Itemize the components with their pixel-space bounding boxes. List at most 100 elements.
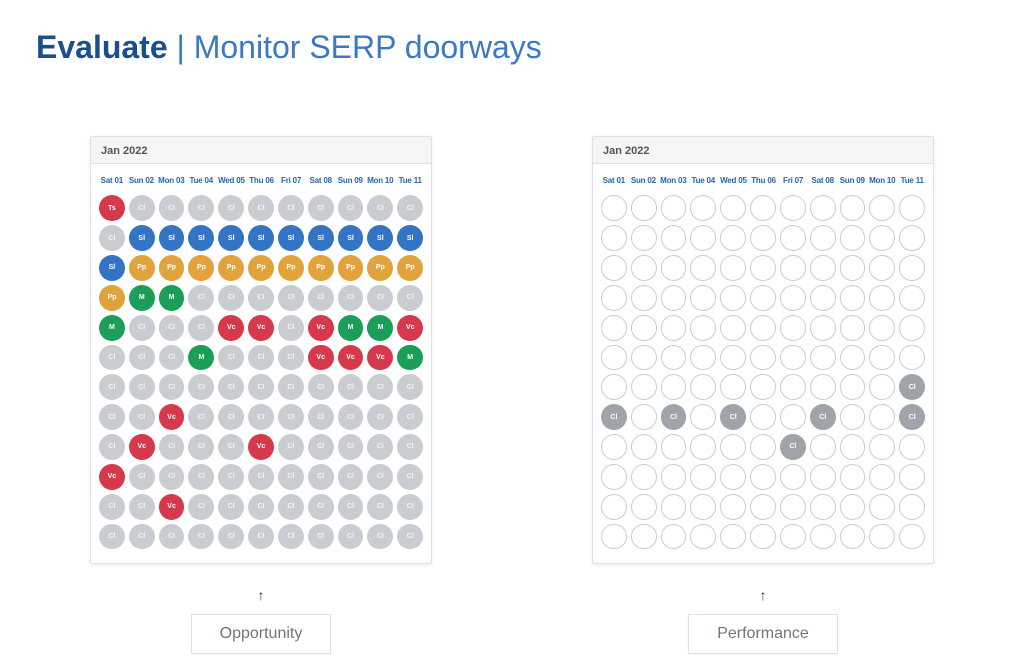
calendar-cell[interactable]: Cl [367, 464, 393, 490]
calendar-cell[interactable] [869, 374, 895, 400]
calendar-cell[interactable]: Cl [397, 404, 423, 430]
calendar-cell[interactable]: Cl [99, 404, 125, 430]
calendar-cell[interactable]: Cl [397, 374, 423, 400]
calendar-cell[interactable] [720, 285, 746, 311]
calendar-cell[interactable] [631, 374, 657, 400]
calendar-cell[interactable] [690, 225, 716, 251]
calendar-cell[interactable]: Cl [99, 434, 125, 460]
calendar-cell[interactable]: Cl [278, 464, 304, 490]
calendar-cell[interactable] [780, 374, 806, 400]
calendar-cell[interactable]: Sl [129, 225, 155, 251]
calendar-cell[interactable]: Cl [308, 464, 334, 490]
calendar-cell[interactable] [601, 494, 627, 520]
calendar-cell[interactable]: Cl [397, 464, 423, 490]
calendar-cell[interactable]: Cl [397, 195, 423, 221]
calendar-cell[interactable]: Cl [99, 374, 125, 400]
calendar-cell[interactable]: Cl [720, 404, 746, 430]
calendar-cell[interactable] [899, 494, 925, 520]
calendar-cell[interactable] [661, 464, 687, 490]
calendar-cell[interactable]: Cl [278, 195, 304, 221]
calendar-cell[interactable] [810, 285, 836, 311]
calendar-cell[interactable] [601, 374, 627, 400]
calendar-cell[interactable] [840, 345, 866, 371]
calendar-cell[interactable]: Cl [338, 404, 364, 430]
calendar-cell[interactable]: Cl [278, 494, 304, 520]
calendar-cell[interactable]: Cl [188, 374, 214, 400]
calendar-cell[interactable] [810, 464, 836, 490]
calendar-cell[interactable]: Cl [367, 404, 393, 430]
calendar-cell[interactable] [810, 195, 836, 221]
calendar-cell[interactable]: Pp [129, 255, 155, 281]
calendar-cell[interactable] [720, 315, 746, 341]
calendar-cell[interactable] [750, 345, 776, 371]
calendar-cell[interactable] [810, 374, 836, 400]
calendar-cell[interactable]: Cl [367, 374, 393, 400]
calendar-cell[interactable]: Cl [899, 374, 925, 400]
calendar-cell[interactable]: Cl [188, 464, 214, 490]
calendar-cell[interactable] [631, 434, 657, 460]
calendar-cell[interactable] [631, 255, 657, 281]
calendar-cell[interactable]: Pp [248, 255, 274, 281]
calendar-cell[interactable] [750, 374, 776, 400]
calendar-cell[interactable] [780, 345, 806, 371]
calendar-cell[interactable]: Cl [248, 464, 274, 490]
calendar-cell[interactable] [631, 315, 657, 341]
calendar-cell[interactable] [750, 464, 776, 490]
calendar-cell[interactable] [840, 374, 866, 400]
calendar-cell[interactable]: Cl [338, 195, 364, 221]
calendar-cell[interactable]: Sl [308, 225, 334, 251]
calendar-cell[interactable]: Cl [218, 345, 244, 371]
calendar-cell[interactable]: Cl [99, 345, 125, 371]
calendar-cell[interactable]: Pp [188, 255, 214, 281]
calendar-cell[interactable] [810, 345, 836, 371]
calendar-cell[interactable]: Cl [308, 524, 334, 550]
calendar-cell[interactable] [899, 464, 925, 490]
calendar-cell[interactable] [869, 255, 895, 281]
calendar-cell[interactable] [750, 195, 776, 221]
calendar-cell[interactable]: Vc [397, 315, 423, 341]
calendar-cell[interactable]: Cl [397, 494, 423, 520]
calendar-cell[interactable]: Vc [308, 315, 334, 341]
calendar-cell[interactable] [690, 315, 716, 341]
calendar-cell[interactable] [899, 195, 925, 221]
calendar-cell[interactable]: Vc [159, 494, 185, 520]
calendar-cell[interactable] [899, 434, 925, 460]
calendar-cell[interactable] [631, 345, 657, 371]
calendar-cell[interactable] [750, 494, 776, 520]
calendar-cell[interactable]: Cl [308, 374, 334, 400]
calendar-cell[interactable] [601, 345, 627, 371]
calendar-cell[interactable]: Cl [159, 434, 185, 460]
calendar-cell[interactable] [631, 404, 657, 430]
calendar-cell[interactable]: Cl [338, 374, 364, 400]
calendar-cell[interactable] [869, 225, 895, 251]
calendar-cell[interactable] [840, 225, 866, 251]
calendar-cell[interactable] [690, 285, 716, 311]
calendar-cell[interactable] [750, 255, 776, 281]
calendar-cell[interactable]: Cl [129, 464, 155, 490]
calendar-cell[interactable]: Cl [278, 345, 304, 371]
calendar-cell[interactable]: Cl [367, 434, 393, 460]
calendar-cell[interactable] [750, 285, 776, 311]
calendar-cell[interactable]: Vc [338, 345, 364, 371]
calendar-cell[interactable]: Cl [367, 524, 393, 550]
calendar-cell[interactable] [631, 225, 657, 251]
calendar-cell[interactable] [690, 434, 716, 460]
calendar-cell[interactable] [661, 345, 687, 371]
calendar-cell[interactable] [780, 255, 806, 281]
calendar-cell[interactable]: Pp [218, 255, 244, 281]
calendar-cell[interactable]: Sl [99, 255, 125, 281]
calendar-cell[interactable] [720, 494, 746, 520]
calendar-cell[interactable]: Cl [218, 374, 244, 400]
calendar-cell[interactable] [720, 345, 746, 371]
calendar-cell[interactable]: Cl [278, 524, 304, 550]
calendar-cell[interactable]: Cl [367, 285, 393, 311]
calendar-cell[interactable]: Pp [367, 255, 393, 281]
calendar-cell[interactable]: Cl [188, 404, 214, 430]
calendar-cell[interactable]: Cl [397, 524, 423, 550]
calendar-cell[interactable] [750, 225, 776, 251]
calendar-cell[interactable]: Pp [397, 255, 423, 281]
calendar-cell[interactable]: Ts [99, 195, 125, 221]
calendar-cell[interactable]: Sl [218, 225, 244, 251]
calendar-cell[interactable]: Cl [159, 524, 185, 550]
calendar-cell[interactable]: Cl [218, 464, 244, 490]
